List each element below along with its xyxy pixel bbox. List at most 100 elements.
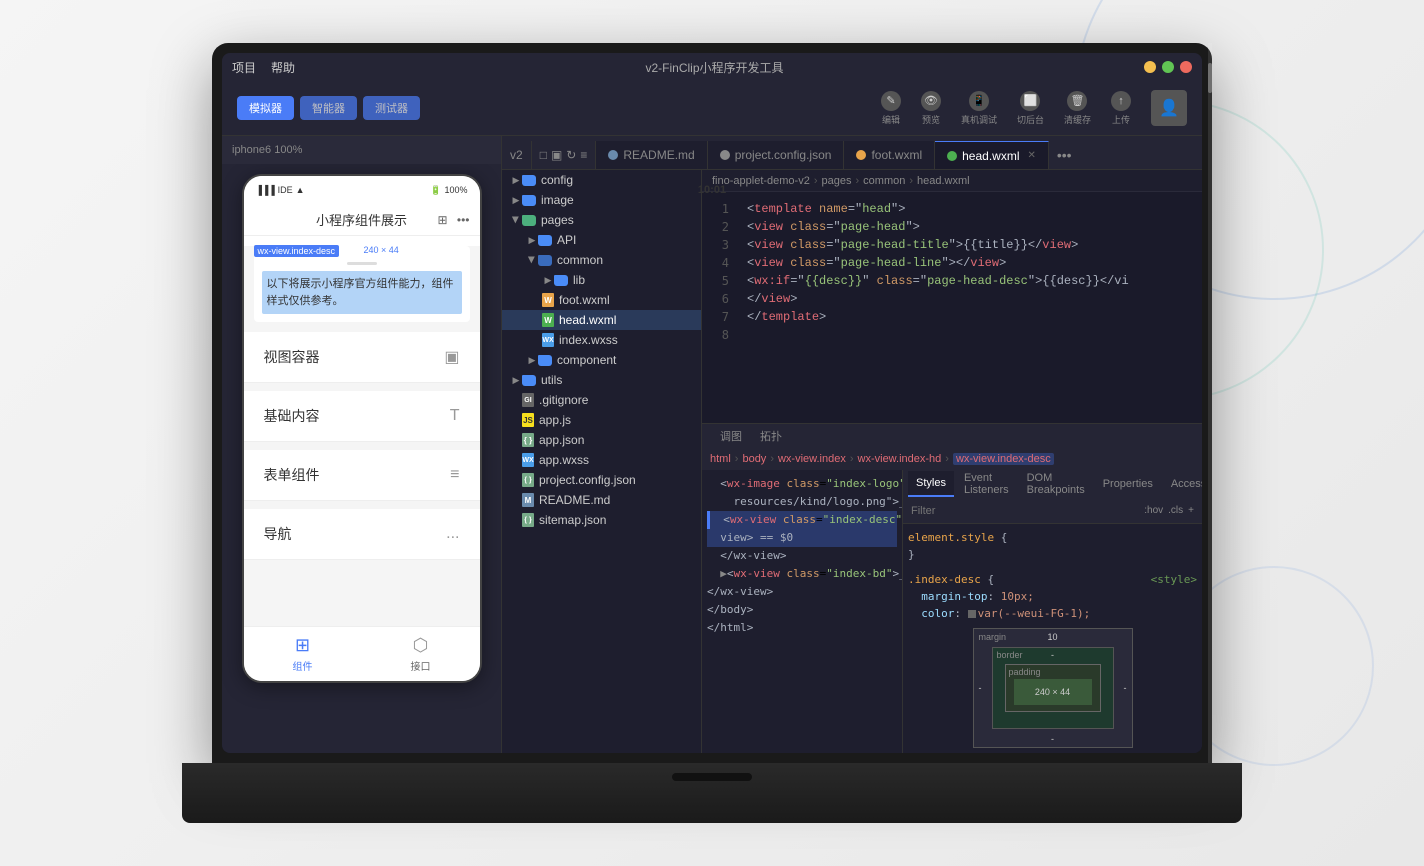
device-name: iphone6	[232, 144, 271, 156]
tree-item-component[interactable]: ▶ component	[502, 350, 701, 370]
zoom-level: 100%	[274, 144, 302, 156]
edit-label: 编辑	[882, 113, 900, 126]
phone-nav-item-2[interactable]: 基础内容 T	[244, 391, 480, 442]
new-folder-icon[interactable]: ▣	[551, 148, 562, 162]
phone-expand-icon[interactable]: ⊞	[437, 213, 447, 227]
tree-item-pages[interactable]: ▶ pages	[502, 210, 701, 230]
toolbar-buttons: 模拟器 智能器 测试器	[237, 96, 420, 120]
tree-item-appjs[interactable]: JS app.js	[502, 410, 701, 430]
breadcrumb: fino-applet-demo-v2 › pages › common › h…	[702, 170, 1202, 192]
device-debug-label: 真机调试	[961, 113, 997, 126]
tree-item-gitignore[interactable]: GI .gitignore	[502, 390, 701, 410]
tree-item-appwxss[interactable]: WX app.wxss	[502, 450, 701, 470]
devtools-html[interactable]: <wx-image class="index-logo" src="../res…	[702, 470, 902, 753]
refresh-icon[interactable]: ↻	[566, 148, 576, 162]
styles-filter-input[interactable]	[911, 505, 1139, 517]
tree-item-api[interactable]: ▶ API	[502, 230, 701, 250]
components-tab-icon: ⊞	[295, 635, 310, 656]
phone-nav-item-1[interactable]: 视图容器 ▣	[244, 332, 480, 383]
edit-action[interactable]: ✎ 编辑	[881, 91, 901, 126]
preview-action[interactable]: 👁 预览	[921, 91, 941, 126]
elem-html[interactable]: html	[710, 453, 731, 465]
filter-cls-btn[interactable]: .cls	[1168, 505, 1183, 516]
device-debug-action[interactable]: 📱 真机调试	[961, 91, 997, 126]
tree-item-common[interactable]: ▶ common	[502, 250, 701, 270]
filter-pseudo-btn[interactable]: :hov	[1144, 505, 1163, 516]
user-avatar[interactable]: 👤	[1151, 90, 1187, 126]
phone-status-left: ▐▐▐ IDE ▲	[256, 185, 305, 195]
styles-content: element.style { }	[903, 524, 1202, 623]
tree-item-foot-wxml[interactable]: W foot.wxml	[502, 290, 701, 310]
styles-tab-props[interactable]: Properties	[1095, 471, 1161, 497]
tree-item-utils[interactable]: ▶ utils	[502, 370, 701, 390]
elem-wx-view-index-hd[interactable]: wx-view.index-hd	[858, 453, 942, 465]
elem-wx-view-index[interactable]: wx-view.index	[778, 453, 846, 465]
tab-head-wxml[interactable]: head.wxml ✕	[935, 141, 1049, 169]
dv-line-3: <wx-view class="index-desc">以下将展示小程序官方组件…	[707, 511, 897, 529]
dv-line-5: </wx-view>	[707, 547, 897, 565]
maximize-button[interactable]	[1162, 61, 1174, 73]
devtools-tab-diagram[interactable]: 调图	[712, 424, 750, 448]
tree-item-projectconfig[interactable]: { } project.config.json	[502, 470, 701, 490]
tab-foot-wxml[interactable]: foot.wxml	[844, 141, 935, 169]
styles-tab-styles[interactable]: Styles	[908, 471, 954, 497]
editor-area: fino-applet-demo-v2 › pages › common › h…	[702, 170, 1202, 753]
box-model-container: margin 10 - - - border	[903, 623, 1202, 753]
tree-item-lib[interactable]: ▶ lib	[502, 270, 701, 290]
projectconfig-filename: project.config.json	[539, 473, 636, 487]
code-content[interactable]: <template name="head"> <view class="page…	[737, 192, 1202, 423]
phone-tab-api[interactable]: ⬡ 接口	[362, 635, 480, 673]
box-content-size: 240 × 44	[1035, 687, 1070, 697]
phone-menu-icon[interactable]: •••	[457, 213, 470, 227]
device-button[interactable]: 智能器	[300, 96, 357, 120]
elem-body[interactable]: body	[742, 453, 766, 465]
box-margin-bot-val: -	[1051, 734, 1054, 744]
phone-desc-label: wx-view.index-desc	[254, 245, 340, 257]
tab-readme[interactable]: README.md	[596, 141, 707, 169]
minimize-button[interactable]	[1144, 61, 1156, 73]
title-bar: 项目 帮助 v2-FinClip小程序开发工具	[222, 53, 1202, 81]
breadcrumb-common: common	[863, 175, 905, 187]
styles-tab-access[interactable]: Accessibility	[1163, 471, 1202, 497]
tree-item-config[interactable]: ▶ config	[502, 170, 701, 190]
upload-action[interactable]: ↑ 上传	[1111, 91, 1131, 126]
head-tab-close[interactable]: ✕	[1027, 150, 1035, 161]
simulator-button[interactable]: 模拟器	[237, 96, 294, 120]
tree-item-head-wxml[interactable]: W head.wxml	[502, 310, 701, 330]
box-margin-left-val: -	[979, 683, 982, 693]
background-action[interactable]: ⬜ 切后台	[1017, 91, 1044, 126]
tree-item-readme[interactable]: M README.md	[502, 490, 701, 510]
breadcrumb-sep-4: ›	[945, 453, 949, 465]
phone-nav-item-4[interactable]: 导航 ...	[244, 509, 480, 560]
devtools-tab-topology[interactable]: 拓扑	[752, 424, 790, 448]
collapse-icon[interactable]: ≡	[580, 148, 587, 162]
tree-item-sitemap[interactable]: { } sitemap.json	[502, 510, 701, 530]
tree-item-appjson[interactable]: { } app.json	[502, 430, 701, 450]
box-border-top-val: -	[1051, 650, 1054, 660]
menu-item-help[interactable]: 帮助	[271, 59, 295, 76]
menu-item-project[interactable]: 项目	[232, 59, 256, 76]
tree-item-index-wxss[interactable]: WX index.wxss	[502, 330, 701, 350]
elem-wx-view-index-desc[interactable]: wx-view.index-desc	[953, 453, 1054, 465]
clear-cache-action[interactable]: 🗑 清缓存	[1064, 91, 1091, 126]
tree-item-image[interactable]: ▶ image	[502, 190, 701, 210]
code-line-8	[747, 326, 1192, 344]
ln-4: 4	[702, 254, 737, 272]
config-folder-icon	[522, 175, 536, 186]
filter-add-btn[interactable]: +	[1188, 505, 1194, 516]
phone-tab-components[interactable]: ⊞ 组件	[244, 635, 362, 673]
close-button[interactable]	[1180, 61, 1192, 73]
common-filename: common	[557, 253, 603, 267]
new-file-icon[interactable]: □	[540, 148, 547, 162]
tab-project-config[interactable]: project.config.json	[708, 141, 845, 169]
breadcrumb-root: fino-applet-demo-v2	[712, 175, 810, 187]
breadcrumb-arrow-1: ›	[814, 175, 818, 187]
styles-tab-event[interactable]: Event Listeners	[956, 471, 1017, 497]
test-button[interactable]: 测试器	[363, 96, 420, 120]
phone-nav-label-1: 视图容器	[264, 347, 320, 367]
styles-tab-dom[interactable]: DOM Breakpoints	[1019, 471, 1093, 497]
lib-arrow-icon: ▶	[542, 274, 554, 286]
tab-more[interactable]: •••	[1049, 141, 1080, 169]
phone-nav-item-3[interactable]: 表单组件 ≡	[244, 450, 480, 501]
ln-3: 3	[702, 236, 737, 254]
